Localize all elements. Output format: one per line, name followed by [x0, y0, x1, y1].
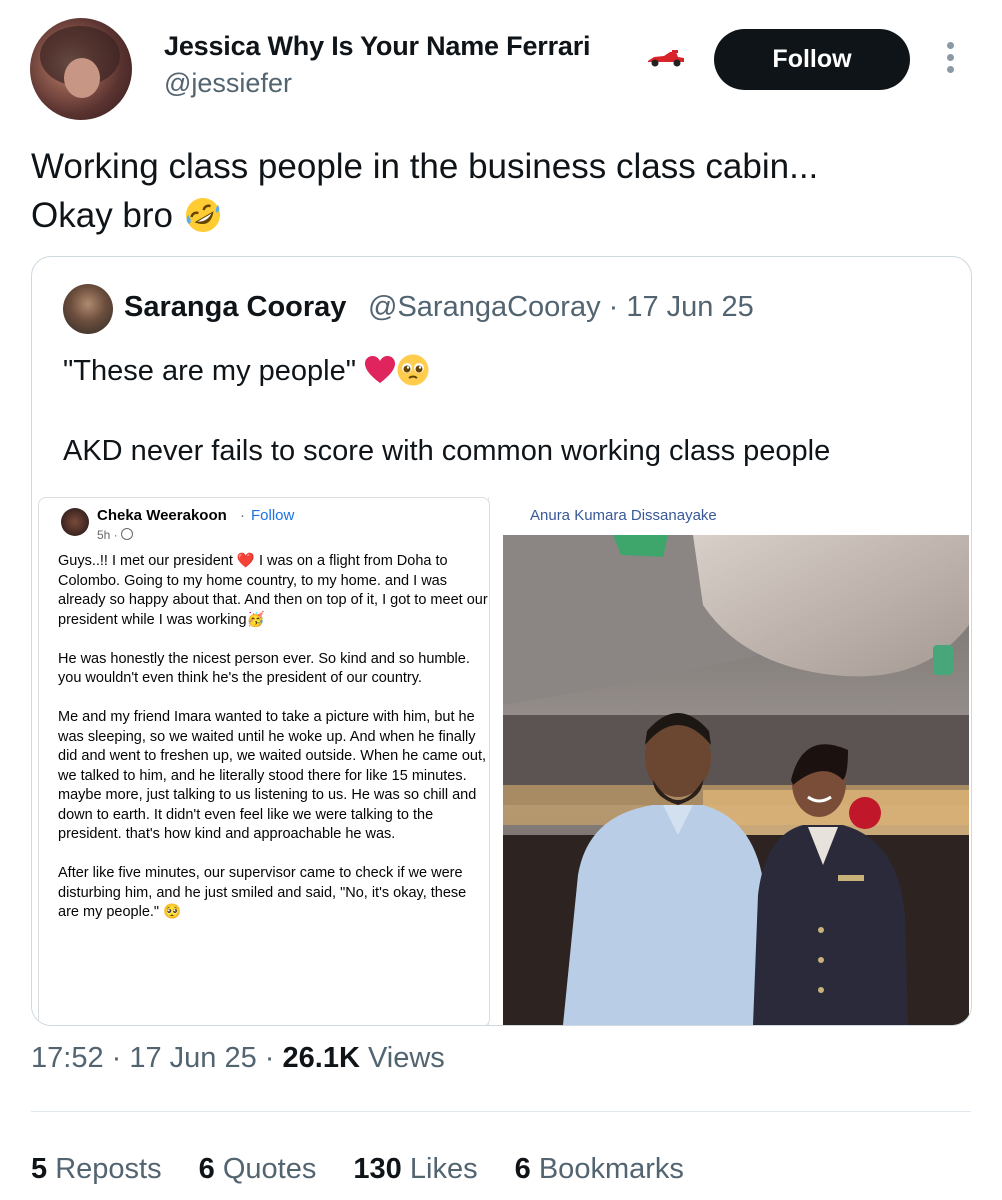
stat-count: 5: [31, 1153, 48, 1185]
stat-label: Likes: [409, 1153, 478, 1185]
fb-follow-link: Follow: [251, 507, 295, 524]
pleading-face-icon: [397, 354, 429, 386]
author-name[interactable]: Jessica Why Is Your Name Ferrari: [164, 31, 591, 62]
fb-post-body: Guys..!! I met our president ❤️ I was on…: [58, 552, 488, 923]
quoted-author-avatar[interactable]: [63, 284, 113, 334]
quoted-text-quote: "These are my people": [63, 355, 357, 387]
views-label: Views: [367, 1042, 445, 1074]
fb-avatar: [61, 508, 89, 536]
fb-paragraph: Me and my friend Imara wanted to take a …: [58, 709, 487, 842]
quoted-tweet-card[interactable]: Saranga Cooray @SarangaCooray · 17 Jun 2…: [31, 256, 972, 1026]
tweet-meta: 17:52 · 17 Jun 25 · 26.1K Views: [31, 1042, 445, 1075]
fb-separator: ·: [240, 507, 245, 524]
fb-paragraph: Guys..!! I met our president ❤️ I was on…: [58, 553, 488, 628]
tweet-text-line2: Okay bro: [31, 196, 173, 235]
tweet-text: Working class people in the business cla…: [31, 142, 971, 240]
stat-count: 130: [353, 1153, 402, 1185]
stat-label: Quotes: [222, 1153, 317, 1185]
red-heart-icon: [365, 356, 396, 383]
stat-count: 6: [198, 1153, 215, 1185]
stat-count: 6: [514, 1153, 531, 1185]
rolling-on-floor-laughing-icon: [185, 198, 220, 232]
fb-author-name: Cheka Weerakoon: [97, 507, 227, 524]
fb-timestamp: 5h ·: [97, 528, 134, 542]
facebook-post-screenshot[interactable]: Cheka Weerakoon · Follow 5h · Guys..!! I…: [32, 497, 490, 1025]
quoted-author-handle-date[interactable]: @SarangaCooray · 17 Jun 25: [368, 291, 754, 324]
quoted-text-line2: AKD never fails to score with common wor…: [63, 435, 831, 467]
likes-stat[interactable]: 130 Likes: [353, 1153, 477, 1186]
follow-button[interactable]: Follow: [714, 29, 910, 90]
race-car-icon: [648, 50, 684, 67]
author-handle[interactable]: @jessiefer: [164, 68, 292, 99]
views-count: 26.1K: [282, 1042, 360, 1074]
fb-time-text: 5h ·: [97, 528, 118, 542]
fb-paragraph: He was honestly the nicest person ever. …: [58, 650, 470, 687]
tweet-timestamp[interactable]: 17:52 · 17 Jun 25 ·: [31, 1042, 274, 1074]
author-avatar[interactable]: [30, 18, 132, 120]
quoted-text-line1: "These are my people": [63, 353, 430, 388]
photo-panel[interactable]: Anura Kumara Dissanayake: [497, 497, 971, 1025]
globe-icon: [121, 528, 134, 540]
quotes-stat[interactable]: 6 Quotes: [199, 1153, 317, 1186]
reposts-stat[interactable]: 5 Reposts: [31, 1153, 162, 1186]
facebook-post-card: Cheka Weerakoon · Follow 5h · Guys..!! I…: [38, 497, 490, 1025]
fb-paragraph: After like five minutes, our supervisor …: [58, 865, 467, 920]
stat-label: Reposts: [55, 1153, 162, 1185]
tweet-stats: 5 Reposts 6 Quotes 130 Likes 6 Bookmarks: [31, 1153, 713, 1186]
photo-caption: Anura Kumara Dissanayake: [530, 507, 717, 524]
tweet-text-line1: Working class people in the business cla…: [31, 147, 819, 186]
stat-label: Bookmarks: [538, 1153, 684, 1185]
more-options-icon[interactable]: [940, 42, 960, 78]
cabin-photo[interactable]: [503, 535, 969, 1025]
divider: [31, 1111, 971, 1112]
quoted-author-name[interactable]: Saranga Cooray: [124, 291, 346, 324]
bookmarks-stat[interactable]: 6 Bookmarks: [515, 1153, 684, 1186]
